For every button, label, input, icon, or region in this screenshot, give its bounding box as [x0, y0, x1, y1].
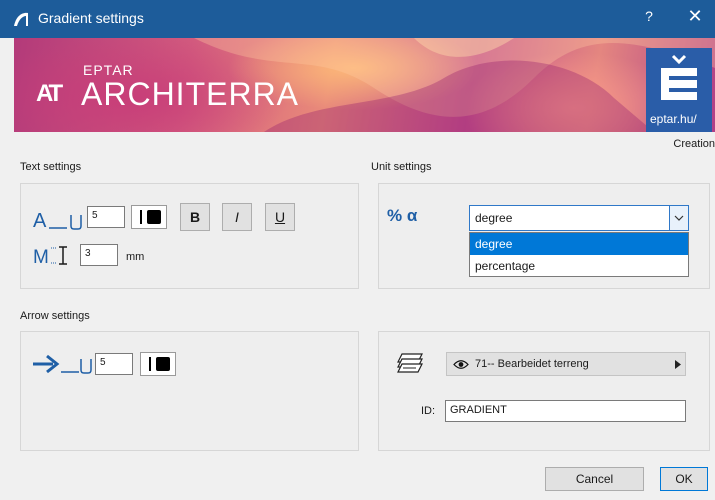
text-height-input[interactable]: 3	[80, 244, 118, 266]
arrow-size-icon	[33, 354, 92, 374]
text-settings-label: Text settings	[20, 161, 82, 173]
text-settings-panel	[20, 183, 359, 289]
chevron-right-icon	[675, 360, 681, 369]
cancel-button[interactable]: Cancel	[545, 467, 644, 491]
brand-banner: AT EPTAR ARCHITERRA eptar.hu/	[14, 38, 715, 132]
unit-option-percentage[interactable]: percentage	[470, 255, 688, 277]
brand-main-text: ARCHITERRA	[81, 76, 300, 112]
title-bar: Gradient settings ? ✕	[0, 0, 715, 38]
close-button[interactable]: ✕	[684, 6, 706, 27]
text-size-icon: A	[33, 210, 82, 231]
layer-panel	[378, 331, 710, 451]
arrow-settings-label: Arrow settings	[20, 310, 90, 322]
eptar-logo: eptar.hu/	[646, 48, 712, 132]
italic-button[interactable]: I	[222, 203, 252, 231]
ok-button[interactable]: OK	[660, 467, 708, 491]
text-color-picker[interactable]	[131, 205, 167, 229]
text-size-input[interactable]: 5	[87, 206, 125, 228]
unit-dropdown-list: degree percentage	[469, 232, 689, 277]
eye-icon	[453, 360, 469, 369]
unit-option-degree[interactable]: degree	[470, 233, 688, 255]
svg-text:A: A	[33, 210, 47, 231]
layer-selector[interactable]: 71-- Bearbeidet terreng	[446, 352, 686, 376]
site-url: eptar.hu/	[650, 112, 697, 126]
svg-text:M: M	[33, 247, 49, 268]
id-input[interactable]: GRADIENT	[445, 400, 686, 422]
window-title: Gradient settings	[38, 10, 144, 26]
bold-button[interactable]: B	[180, 203, 210, 231]
eptar-e-icon	[661, 54, 697, 100]
id-label: ID:	[421, 405, 436, 417]
unit-select-toggle[interactable]	[669, 206, 688, 230]
arrow-size-input[interactable]: 5	[95, 353, 133, 375]
arrow-color-picker[interactable]	[140, 352, 176, 376]
layers-icon	[397, 353, 423, 373]
underline-button[interactable]: U	[265, 203, 295, 231]
chevron-down-icon	[674, 215, 684, 221]
arrow-settings-panel	[20, 331, 359, 451]
unit-select[interactable]: degree	[469, 205, 689, 231]
unit-settings-label: Unit settings	[371, 161, 432, 173]
unit-select-value: degree	[475, 211, 513, 225]
text-height-icon: M	[33, 246, 67, 268]
unit-symbol: % α	[387, 206, 418, 225]
creation-label: Creation	[673, 138, 715, 150]
text-height-unit: mm	[126, 251, 145, 263]
app-icon	[14, 12, 28, 26]
help-button[interactable]: ?	[640, 8, 658, 24]
layer-name: 71-- Bearbeidet terreng	[475, 358, 589, 370]
architerra-logo: AT	[36, 80, 63, 107]
